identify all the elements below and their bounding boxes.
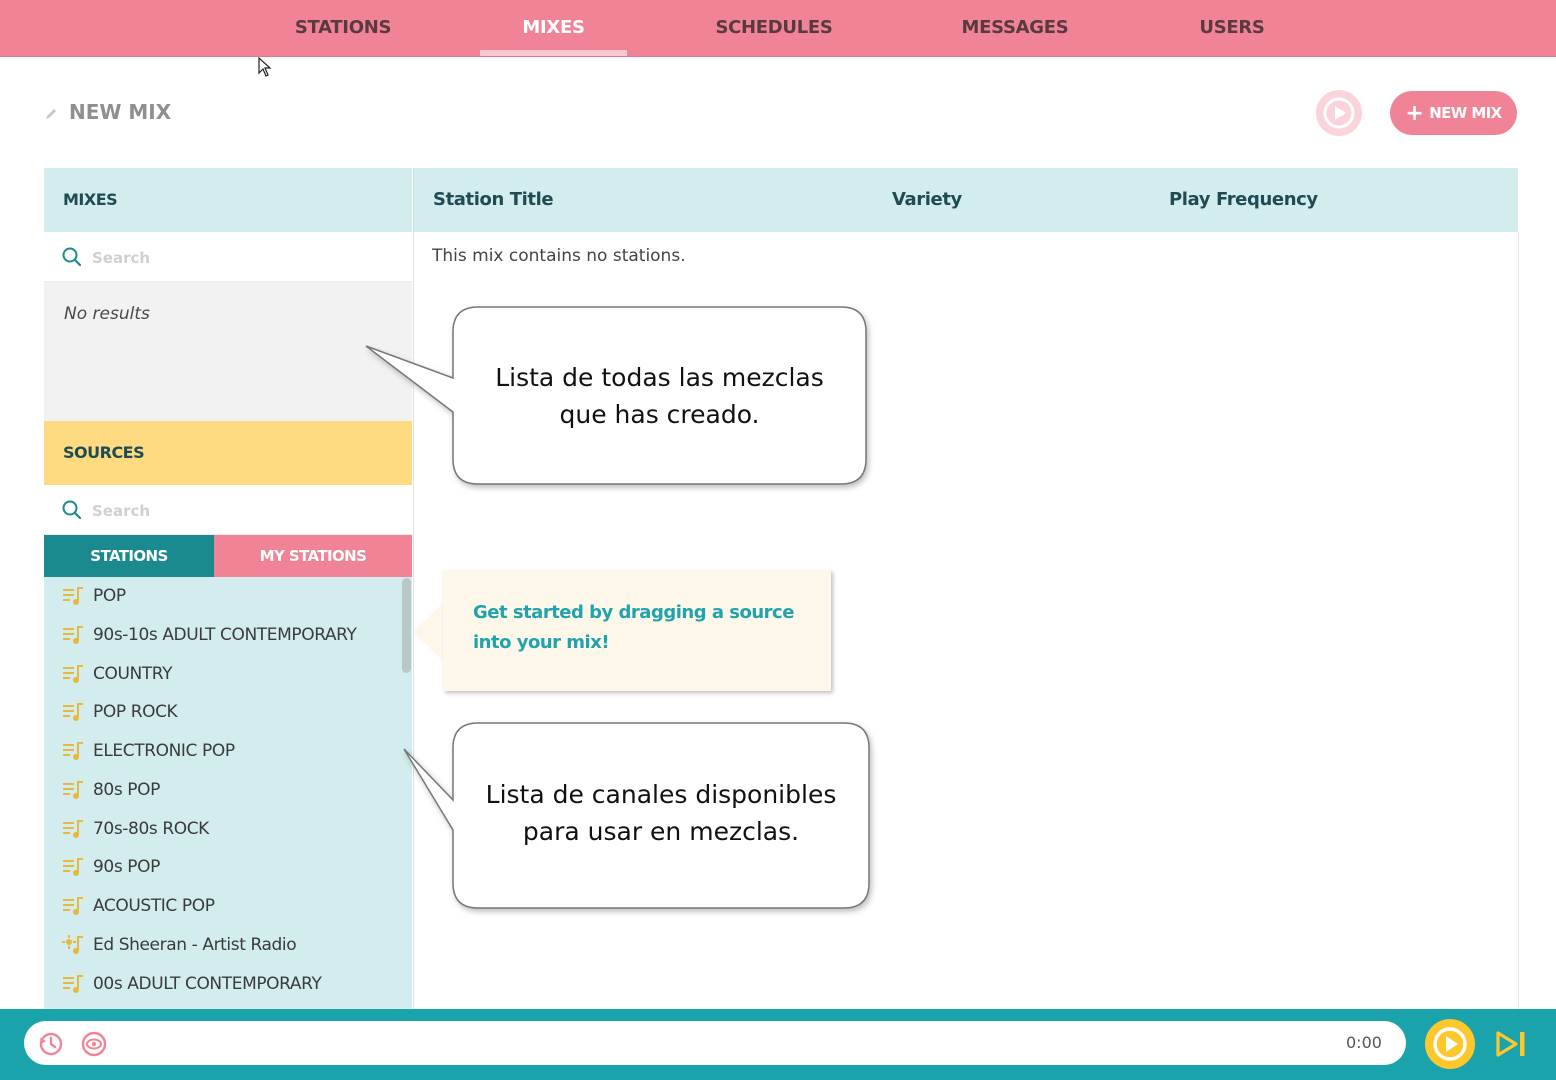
playback-time: 0:00: [1346, 1033, 1382, 1052]
callout-mixes-line1: Lista de todas las mezclas: [495, 363, 824, 392]
artist-radio-icon: [62, 935, 83, 954]
nav-tab-mixes[interactable]: MIXES: [480, 0, 627, 56]
station-label: COUNTRY: [93, 664, 173, 684]
tip-arrow: [413, 602, 444, 662]
column-station-title[interactable]: Station Title: [433, 168, 554, 232]
station-item[interactable]: Ed Sheeran - Artist Radio: [44, 926, 400, 964]
column-variety[interactable]: Variety: [892, 168, 962, 232]
station-label: 90s POP: [93, 857, 160, 877]
new-mix-button[interactable]: + NEW MIX: [1390, 91, 1517, 135]
playlist-icon: [63, 781, 83, 799]
station-list-scrollbar[interactable]: [402, 578, 411, 673]
station-label: 80s POP: [93, 780, 160, 800]
station-item[interactable]: 80s POP: [44, 771, 400, 809]
nav-tab-schedules[interactable]: SCHEDULES: [700, 0, 848, 56]
tab-my-stations[interactable]: MY STATIONS: [214, 535, 412, 577]
playlist-icon: [63, 858, 83, 876]
playlist-icon: [63, 665, 83, 683]
callout-sources-text: Lista de canales disponibles para usar e…: [453, 776, 869, 850]
search-icon: [62, 247, 82, 267]
callout-mixes-line2: que has creado.: [559, 400, 760, 429]
top-nav: STATIONS MIXES SCHEDULES MESSAGES USERS: [0, 0, 1556, 57]
search-icon: [62, 500, 82, 520]
station-item[interactable]: ELECTRONIC POP: [44, 732, 400, 770]
play-icon: [1323, 97, 1355, 129]
station-label: ACOUSTIC POP: [93, 896, 215, 916]
nav-tab-users[interactable]: USERS: [1186, 0, 1278, 56]
no-results-text: No results: [64, 304, 150, 324]
mixes-header: MIXES: [44, 168, 412, 232]
playlist-icon: [63, 703, 83, 721]
play-icon: [1433, 1027, 1467, 1061]
station-item[interactable]: COUNTRY: [44, 655, 400, 693]
station-label: POP: [93, 586, 126, 606]
empty-mix-message: This mix contains no stations.: [432, 246, 686, 266]
mouse-cursor-icon: [258, 57, 272, 77]
skip-next-icon[interactable]: [1495, 1030, 1529, 1058]
plus-icon: +: [1405, 101, 1424, 126]
tab-stations[interactable]: STATIONS: [44, 535, 214, 577]
new-mix-label: NEW MIX: [1429, 104, 1502, 122]
station-label: 00s ADULT CONTEMPORARY: [93, 974, 322, 994]
callout-mixes-text: Lista de todas las mezclas que has cread…: [453, 359, 866, 433]
playlist-icon: [63, 975, 83, 993]
pencil-icon: [46, 108, 56, 119]
callout-sources-line2: para usar en mezclas.: [522, 817, 800, 846]
station-item[interactable]: POP ROCK: [44, 693, 400, 731]
sources-header: SOURCES: [44, 421, 412, 485]
sources-search-input[interactable]: [90, 498, 394, 524]
station-label: Ed Sheeran - Artist Radio: [93, 935, 297, 955]
column-play-frequency[interactable]: Play Frequency: [1169, 168, 1318, 232]
station-label: ELECTRONIC POP: [93, 741, 235, 761]
mix-table-header: Station Title Variety Play Frequency: [413, 168, 1518, 232]
station-item[interactable]: 70s-80s ROCK: [44, 810, 400, 848]
nav-tab-stations[interactable]: STATIONS: [280, 0, 406, 56]
player-progress-bar[interactable]: [24, 1021, 1406, 1065]
playlist-icon: [63, 897, 83, 915]
station-item[interactable]: ACOUSTIC POP: [44, 887, 400, 925]
preview-play-button[interactable]: [1316, 90, 1362, 136]
eye-icon[interactable]: [80, 1030, 108, 1058]
station-label: POP ROCK: [93, 702, 178, 722]
history-icon[interactable]: [37, 1030, 65, 1058]
playlist-icon: [63, 587, 83, 605]
sources-search[interactable]: [44, 485, 412, 535]
mixes-search[interactable]: [44, 232, 412, 282]
active-tab-indicator: [480, 50, 627, 56]
playlist-icon: [63, 626, 83, 644]
drag-tip-text: Get started by dragging a source into yo…: [473, 602, 794, 653]
station-label: 70s-80s ROCK: [93, 819, 209, 839]
station-item[interactable]: 90s POP: [44, 848, 400, 886]
station-list: POP 90s-10s ADULT CONTEMPORARY COUNTRY P…: [44, 577, 412, 1009]
playlist-icon: [63, 820, 83, 838]
mixes-list: No results: [44, 282, 412, 421]
station-label: 90s-10s ADULT CONTEMPORARY: [93, 625, 357, 645]
station-item[interactable]: 00s ADULT CONTEMPORARY: [44, 965, 400, 1003]
playlist-icon: [63, 742, 83, 760]
station-item[interactable]: 90s-10s ADULT CONTEMPORARY: [44, 616, 400, 654]
nav-tab-messages[interactable]: MESSAGES: [946, 0, 1084, 56]
play-button[interactable]: [1425, 1019, 1475, 1069]
page-title[interactable]: NEW MIX: [44, 96, 171, 128]
drag-tip: Get started by dragging a source into yo…: [443, 570, 831, 691]
mixes-search-input[interactable]: [90, 245, 394, 271]
callout-sources-line1: Lista de canales disponibles: [485, 780, 837, 809]
page-title-text: NEW MIX: [68, 100, 172, 124]
station-item[interactable]: POP: [44, 577, 400, 615]
